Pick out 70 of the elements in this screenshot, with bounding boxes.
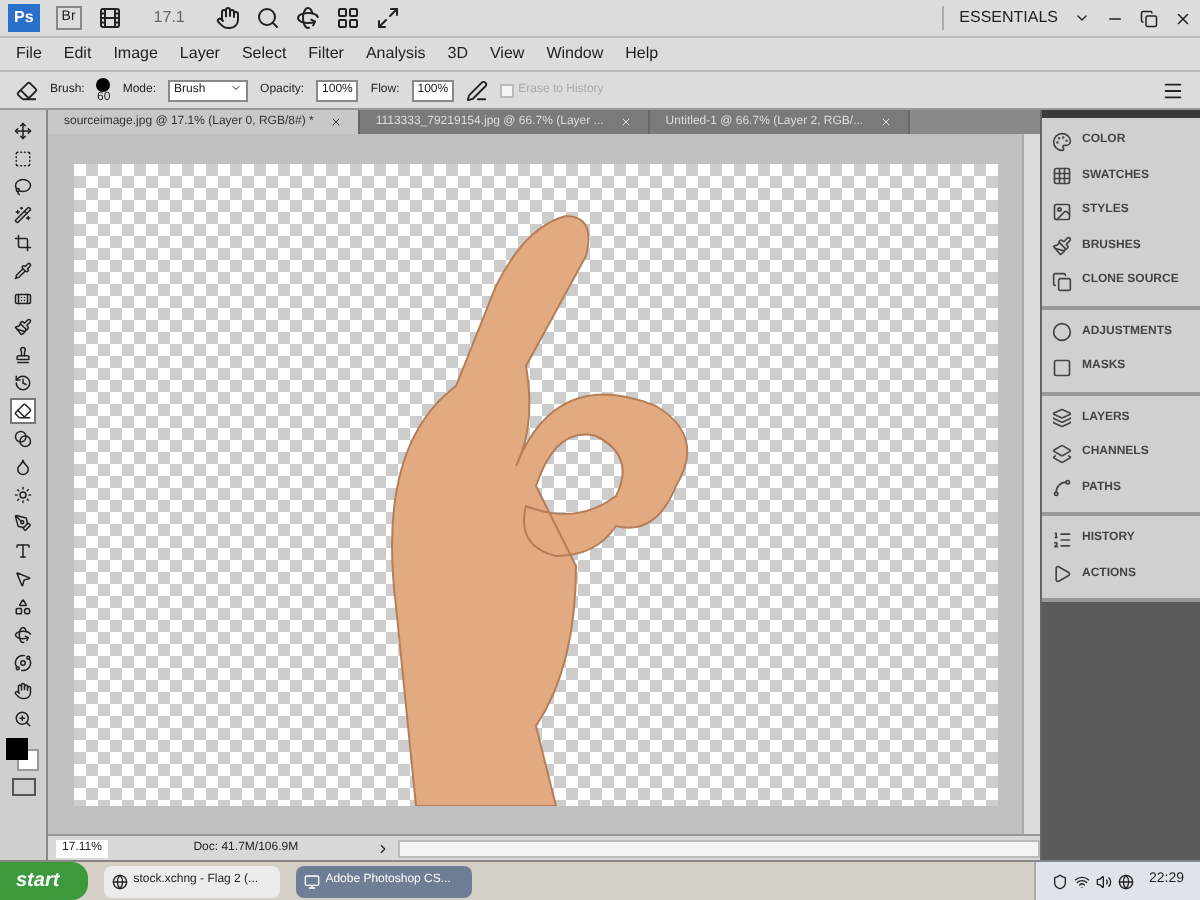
menu-item[interactable]: View — [489, 42, 525, 66]
restore-icon[interactable] — [1140, 9, 1158, 27]
eyedropper-icon[interactable] — [10, 258, 36, 284]
caret-icon — [230, 81, 243, 93]
channels-panel-icon — [1052, 443, 1072, 464]
caret-icon[interactable] — [1074, 10, 1090, 26]
sun-icon[interactable] — [10, 482, 36, 508]
zoom-level-dropdown[interactable]: 17.1 — [137, 6, 201, 30]
history-panel-icon — [1052, 529, 1072, 550]
start-button[interactable]: start — [0, 862, 88, 900]
layers-panel-icon — [1052, 408, 1072, 429]
volume-icon[interactable] — [1096, 873, 1113, 889]
screen-mode-icon[interactable] — [376, 6, 401, 30]
eraser-icon[interactable] — [16, 79, 38, 101]
zoom-icon[interactable] — [10, 706, 36, 732]
crop-icon[interactable] — [10, 230, 36, 256]
styles-panel-icon — [1052, 201, 1072, 222]
rotate-icon[interactable] — [10, 622, 36, 648]
actions-panel-icon — [1052, 564, 1072, 585]
menu-item[interactable]: Edit — [63, 42, 92, 66]
horizontal-scrollbar[interactable] — [397, 839, 1040, 857]
pen-icon[interactable] — [10, 510, 36, 536]
search-icon[interactable] — [256, 6, 281, 30]
brush-icon[interactable] — [10, 314, 36, 340]
globe-icon[interactable] — [1118, 873, 1135, 889]
shield-icon[interactable] — [1052, 873, 1069, 889]
pointer-icon[interactable] — [10, 566, 36, 592]
globe-icon — [111, 873, 128, 889]
network-icon[interactable] — [1074, 873, 1091, 889]
type-icon[interactable] — [10, 538, 36, 564]
lasso-icon[interactable] — [10, 174, 36, 200]
app-logo[interactable]: Ps — [8, 4, 40, 32]
workspace-switcher[interactable]: ESSENTIALS — [941, 6, 1058, 30]
close-icon[interactable] — [329, 116, 342, 128]
shapes-icon[interactable] — [10, 594, 36, 620]
status-menu-icon[interactable] — [375, 841, 390, 855]
airbrush-icon[interactable] — [466, 79, 489, 101]
color-panel-icon — [1052, 131, 1072, 152]
hand-icon[interactable] — [10, 678, 36, 704]
rotate-view-icon[interactable] — [296, 6, 321, 30]
menu-item[interactable]: Help — [625, 42, 659, 66]
quick-mask-icon[interactable] — [11, 778, 35, 796]
masks-panel-icon — [1052, 357, 1072, 378]
color-swatches-icon[interactable] — [6, 738, 40, 772]
arrange-icon[interactable] — [336, 6, 361, 30]
marquee-icon[interactable] — [10, 146, 36, 172]
eraser-icon[interactable] — [10, 398, 36, 424]
history-brush-icon[interactable] — [10, 370, 36, 396]
vertical-scrollbar[interactable] — [1022, 134, 1040, 834]
menu-item[interactable]: Window — [546, 42, 604, 66]
stamp-icon[interactable] — [10, 342, 36, 368]
menu-item[interactable]: Select — [241, 42, 287, 66]
monitor-icon — [303, 873, 320, 889]
swatches-panel-icon — [1052, 166, 1072, 187]
adjust-panel-icon — [1052, 322, 1072, 343]
menu-item[interactable]: 3D — [447, 42, 468, 66]
orbit-icon[interactable] — [10, 650, 36, 676]
menu-item[interactable]: File — [16, 42, 42, 66]
menu-item[interactable]: Filter — [308, 42, 344, 66]
menu-item[interactable]: Image — [113, 42, 158, 66]
paths-panel-icon — [1052, 478, 1072, 499]
hand-icon[interactable] — [216, 6, 241, 30]
magic-wand-icon[interactable] — [10, 202, 36, 228]
close-icon[interactable] — [1174, 9, 1192, 27]
clone-panel-icon — [1052, 271, 1072, 292]
menu-item[interactable]: Analysis — [365, 42, 426, 66]
menu-item[interactable]: Layer — [179, 42, 220, 66]
move-icon[interactable] — [10, 118, 36, 144]
panel-toggle-icon[interactable] — [1162, 79, 1184, 101]
brushes-panel-icon — [1052, 236, 1072, 257]
